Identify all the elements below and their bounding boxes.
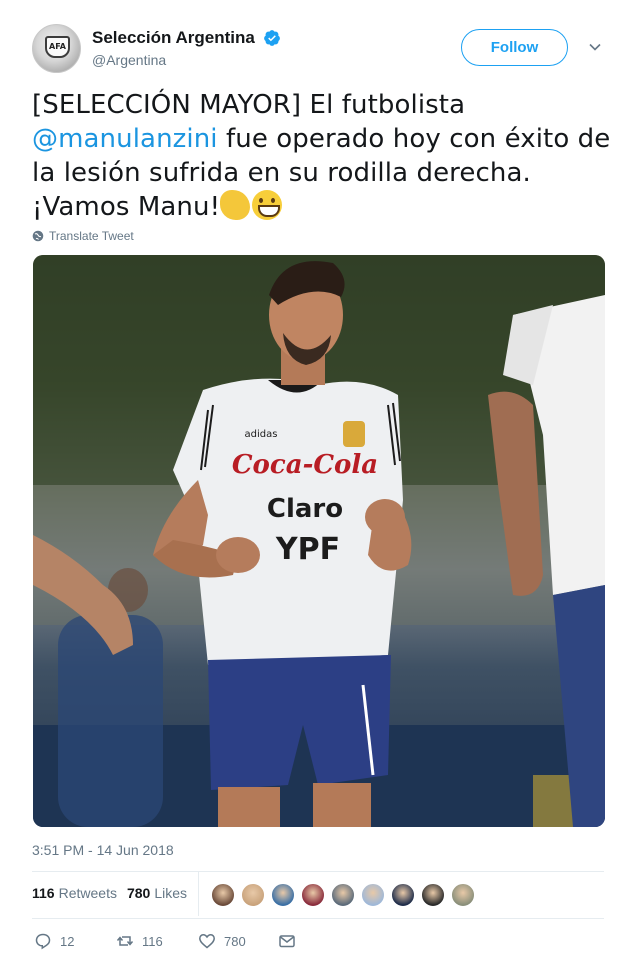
- tweet-timestamp[interactable]: 3:51 PM - 14 Jun 2018: [32, 842, 174, 858]
- direct-message-button[interactable]: [278, 932, 296, 950]
- retweets-count: 116: [32, 885, 55, 901]
- divider: [32, 871, 604, 872]
- retweets-label: Retweets: [58, 885, 117, 901]
- likers-avatars: [211, 883, 475, 907]
- afa-crest-icon: [343, 421, 365, 447]
- display-name[interactable]: Selección Argentina: [92, 28, 255, 48]
- divider: [32, 918, 604, 919]
- likes-stat[interactable]: 780 Likes: [127, 885, 187, 901]
- translate-tweet-link[interactable]: Translate Tweet: [32, 229, 134, 243]
- liker-avatar[interactable]: [331, 883, 355, 907]
- avatar[interactable]: AFA: [32, 24, 81, 73]
- sponsor-ypf: YPF: [275, 532, 340, 567]
- author-block: Selección Argentina @Argentina: [92, 28, 281, 68]
- verified-badge-icon: [264, 30, 281, 46]
- heart-icon: [199, 934, 215, 949]
- retweet-button[interactable]: 116: [116, 932, 163, 950]
- liker-avatar[interactable]: [451, 883, 475, 907]
- sponsor-coca-cola: Coca-Cola: [232, 450, 378, 480]
- like-count: 780: [224, 933, 246, 949]
- tweet-actions: 12 116 780: [32, 932, 332, 956]
- brand-adidas: adidas: [245, 429, 278, 440]
- liker-avatar[interactable]: [241, 883, 265, 907]
- liker-avatar[interactable]: [421, 883, 445, 907]
- flexed-biceps-emoji-icon: [220, 190, 251, 220]
- liker-avatar[interactable]: [211, 883, 235, 907]
- tweet-header: AFA Selección Argentina @Argentina Follo…: [32, 24, 612, 76]
- chevron-down-icon[interactable]: [588, 40, 602, 54]
- translate-label: Translate Tweet: [49, 229, 134, 243]
- tweet-text-part: [SELECCIÓN MAYOR] El futbolista: [32, 90, 466, 120]
- sponsor-claro: Claro: [267, 494, 343, 524]
- grinning-face-emoji-icon: [252, 190, 283, 220]
- liker-avatar[interactable]: [361, 883, 385, 907]
- liker-avatar[interactable]: [391, 883, 415, 907]
- mention-link[interactable]: @manulanzini: [32, 124, 218, 154]
- envelope-icon: [279, 935, 295, 948]
- player-photo-illustration: Coca-Cola Claro YPF adidas: [33, 255, 605, 827]
- retweet-count: 116: [142, 933, 163, 949]
- engagement-stats: 116 Retweets 780 Likes: [32, 885, 197, 901]
- handle[interactable]: @Argentina: [92, 52, 281, 68]
- reply-icon: [35, 933, 51, 950]
- afa-crest-icon: AFA: [45, 36, 70, 58]
- likes-count: 780: [126, 885, 151, 901]
- like-button[interactable]: 780: [198, 932, 246, 950]
- stats-separator: [198, 872, 199, 916]
- tweet-photo[interactable]: Coca-Cola Claro YPF adidas: [33, 255, 605, 827]
- retweet-icon: [116, 936, 134, 946]
- follow-button[interactable]: Follow: [461, 29, 568, 66]
- liker-avatar[interactable]: [271, 883, 295, 907]
- retweets-stat[interactable]: 116 Retweets: [32, 885, 117, 901]
- tweet-text: [SELECCIÓN MAYOR] El futbolista @manulan…: [32, 88, 612, 224]
- liker-avatar[interactable]: [301, 883, 325, 907]
- reply-count: 12: [60, 933, 75, 949]
- globe-icon: [32, 230, 44, 242]
- likes-label: Likes: [154, 885, 187, 901]
- reply-button[interactable]: 12: [34, 932, 74, 950]
